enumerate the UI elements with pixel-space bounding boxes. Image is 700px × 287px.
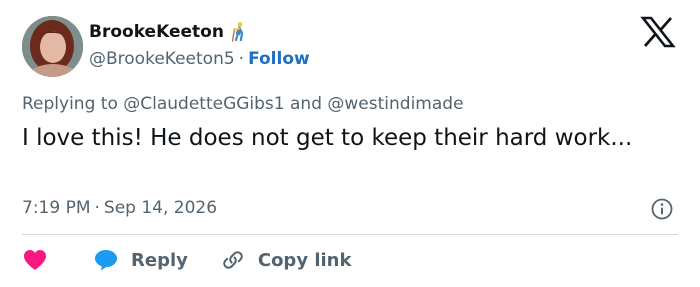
tweet-embed: BrookeKeeton @BrookeKeeton5 · Follow Reply… — [0, 0, 700, 287]
like-button[interactable] — [22, 248, 48, 272]
replying-to-prefix: Replying to — [22, 94, 118, 114]
timestamp-row[interactable]: 7:19 PM · Sep 14, 2026 — [22, 198, 217, 218]
action-bar: Reply Copy link — [22, 246, 351, 274]
timestamp-separator: · — [94, 198, 100, 218]
mention-link[interactable]: @ClaudetteGGibs1 — [123, 94, 284, 114]
tweet-time[interactable]: 7:19 PM — [22, 198, 91, 218]
copy-link-label[interactable]: Copy link — [258, 250, 352, 271]
display-name-row: BrookeKeeton — [89, 21, 250, 43]
replying-to-line: Replying to @ClaudetteGGibs1 and @westin… — [22, 94, 464, 114]
reply-button[interactable]: Reply — [93, 248, 188, 272]
avatar-image — [22, 16, 83, 77]
copy-link-button[interactable]: Copy link — [220, 248, 352, 272]
reply-bubble-icon — [93, 248, 119, 272]
avatar[interactable] — [22, 16, 83, 77]
tweet-date[interactable]: Sep 14, 2026 — [104, 198, 217, 218]
tweet-text: I love this! He does not get to keep the… — [22, 125, 633, 151]
user-handle[interactable]: @BrookeKeeton5 — [89, 49, 235, 69]
heart-icon — [22, 248, 48, 272]
walking-person-with-cane-icon — [228, 21, 250, 43]
info-icon[interactable] — [651, 198, 673, 220]
mention-link[interactable]: @westindimade — [327, 94, 463, 114]
reply-label[interactable]: Reply — [131, 250, 188, 271]
link-icon — [220, 248, 246, 272]
follow-button[interactable]: Follow — [248, 49, 310, 69]
divider — [22, 234, 678, 235]
display-name[interactable]: BrookeKeeton — [89, 22, 224, 42]
x-logo-icon[interactable] — [640, 16, 676, 48]
handle-row: @BrookeKeeton5 · Follow — [89, 49, 310, 69]
handle-separator: · — [238, 49, 245, 69]
replying-to-conjunction: and — [290, 94, 322, 114]
